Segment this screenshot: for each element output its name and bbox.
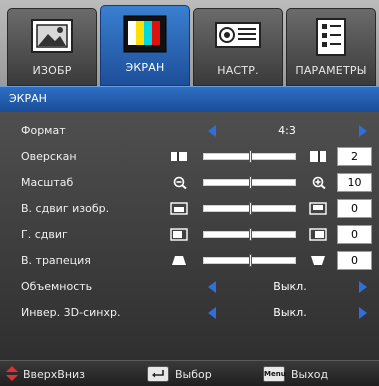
tab-options[interactable]: ПАРАМЕТРЫ [286, 8, 376, 86]
menu-item-value: 4:3 [278, 124, 296, 137]
tab-picture-label: ИЗОБР [32, 64, 72, 77]
menu-item-value: Выкл. [273, 280, 307, 293]
hshift-value: 0 [337, 225, 372, 244]
menu-item-label: Г. сдвиг [21, 228, 68, 241]
hshift-right-icon [309, 228, 327, 241]
vshift-down-icon [170, 202, 188, 215]
exit-hint-label: Выход [291, 368, 329, 381]
slider-knob[interactable] [249, 150, 253, 163]
overscan-value: 2 [337, 147, 372, 166]
menu-item-label: Инвер. 3D-синхр. [21, 306, 121, 319]
footer-help-bar: ВверхВниз Выбор Menu Выход [0, 360, 379, 386]
menu-item-hshift[interactable]: Г. сдвиг 0 [0, 222, 379, 248]
picture-icon [31, 19, 73, 53]
vshift-value: 0 [337, 199, 372, 218]
arrow-right-icon[interactable] [359, 307, 367, 319]
slider-knob[interactable] [249, 228, 253, 241]
tab-setup-label: НАСТР. [217, 64, 259, 77]
display-icon [123, 15, 167, 53]
osd-menu: ИЗОБР ЭКРАН НАСТР. ПАРАМЕТРЫ ЭКРАН Форма… [0, 0, 379, 386]
menu-item-3d-sync-invert[interactable]: Инвер. 3D-синхр. Выкл. [0, 300, 379, 326]
menu-item-value: Выкл. [273, 306, 307, 319]
arrow-left-icon[interactable] [208, 307, 216, 319]
select-hint-label: Выбор [175, 368, 212, 381]
tab-bar: ИЗОБР ЭКРАН НАСТР. ПАРАМЕТРЫ [0, 0, 379, 86]
enter-key-icon [147, 366, 169, 382]
menu-item-label: Объемность [21, 280, 93, 293]
section-header: ЭКРАН [0, 86, 379, 112]
menu-item-label: Формат [21, 124, 66, 137]
zoom-slider[interactable] [203, 176, 296, 189]
slider-knob[interactable] [249, 254, 253, 267]
menu-item-overscan[interactable]: Оверскан 2 [0, 144, 379, 170]
up-down-icon [6, 366, 18, 381]
tab-picture[interactable]: ИЗОБР [7, 8, 97, 86]
arrow-right-icon[interactable] [359, 125, 367, 137]
zoom-out-icon [173, 176, 187, 189]
menu-item-3d[interactable]: Объемность Выкл. [0, 274, 379, 300]
keystone-minus-icon [172, 256, 186, 265]
zoom-in-icon [312, 176, 326, 189]
overscan-plus-icon [310, 151, 326, 162]
zoom-value: 10 [337, 173, 372, 192]
slider-knob[interactable] [249, 202, 253, 215]
vshift-slider[interactable] [203, 202, 296, 215]
menu-item-label: В. сдвиг изобр. [21, 202, 110, 215]
overscan-minus-icon [171, 152, 187, 161]
nav-hint-label: ВверхВниз [23, 368, 86, 381]
tab-setup[interactable]: НАСТР. [193, 8, 283, 86]
vshift-up-icon [309, 202, 327, 215]
keystone-plus-icon [311, 256, 325, 265]
menu-item-label: В. трапеция [21, 254, 91, 267]
keystone-value: 0 [337, 251, 372, 270]
section-title: ЭКРАН [9, 92, 47, 105]
projector-icon [215, 22, 261, 48]
menu-list: Формат 4:3 Оверскан 2 Масштаб 10 В. сдви… [0, 112, 379, 360]
options-icon [316, 18, 346, 56]
tab-display-label: ЭКРАН [125, 61, 165, 74]
keystone-slider[interactable] [203, 254, 296, 267]
menu-item-label: Масштаб [21, 176, 74, 189]
menu-item-format[interactable]: Формат 4:3 [0, 118, 379, 144]
arrow-left-icon[interactable] [208, 281, 216, 293]
menu-item-keystone[interactable]: В. трапеция 0 [0, 248, 379, 274]
slider-knob[interactable] [249, 176, 253, 189]
arrow-right-icon[interactable] [359, 281, 367, 293]
menu-item-vshift[interactable]: В. сдвиг изобр. 0 [0, 196, 379, 222]
overscan-slider[interactable] [203, 150, 296, 163]
menu-key-icon: Menu [263, 366, 286, 382]
tab-options-label: ПАРАМЕТРЫ [295, 64, 367, 77]
menu-item-label: Оверскан [21, 150, 77, 163]
hshift-left-icon [170, 228, 188, 241]
arrow-left-icon[interactable] [208, 125, 216, 137]
hshift-slider[interactable] [203, 228, 296, 241]
menu-item-zoom[interactable]: Масштаб 10 [0, 170, 379, 196]
tab-display[interactable]: ЭКРАН [100, 5, 190, 86]
